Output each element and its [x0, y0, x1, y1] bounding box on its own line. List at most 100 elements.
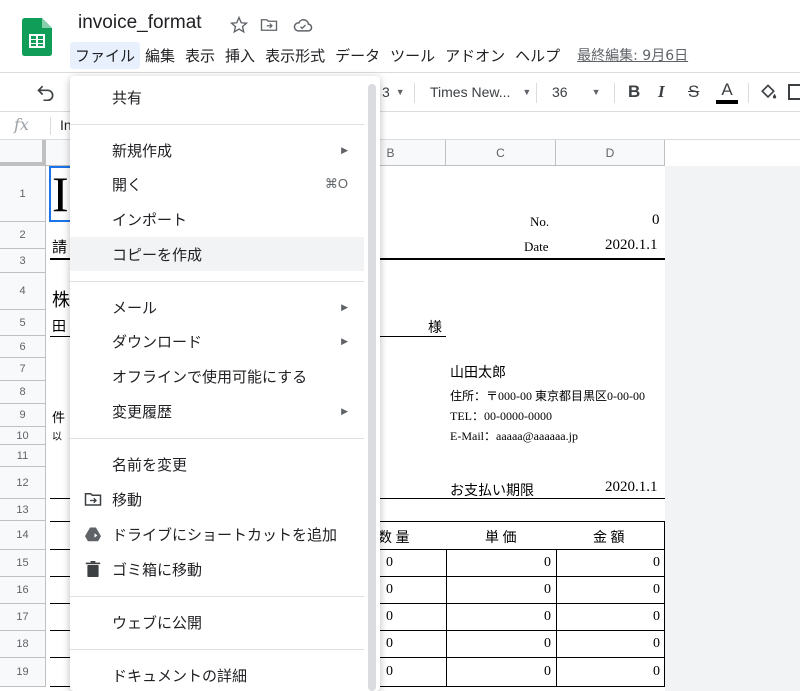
row-header[interactable]: 15 — [0, 550, 46, 577]
row-header[interactable]: 17 — [0, 604, 46, 631]
menu-item-make-copy[interactable]: コピーを作成 — [70, 237, 364, 271]
cell-a5-fragment[interactable]: 田 — [52, 316, 66, 336]
undo-icon[interactable] — [36, 73, 56, 111]
menu-tools[interactable]: ツール — [385, 42, 440, 69]
column-header-d[interactable]: D — [556, 140, 665, 166]
table-cell[interactable]: 0 — [544, 582, 551, 598]
cell-a1-fragment[interactable]: I — [52, 168, 69, 220]
issuer-tel[interactable]: TEL：00-0000-0000 — [450, 407, 552, 424]
sama-text[interactable]: 様 — [428, 317, 442, 337]
no-value[interactable]: 0 — [652, 212, 660, 229]
cell-a10-fragment[interactable]: 以 — [52, 428, 62, 443]
row-header[interactable]: 3 — [0, 249, 46, 273]
table-cell[interactable]: 0 — [544, 609, 551, 625]
table-header-qty[interactable]: 数 量 — [378, 527, 410, 547]
menu-item-offline[interactable]: オフラインで使用可能にする — [70, 359, 364, 393]
table-cell[interactable]: 0 — [653, 555, 660, 571]
due-label[interactable]: お支払い期限 — [450, 480, 534, 500]
issuer-address[interactable]: 住所：〒000-00 東京都目黒区0-00-00 — [450, 387, 645, 404]
font-size-select[interactable]: 36 ▼ — [552, 73, 601, 111]
font-family-select[interactable]: Times New... ▼ — [430, 73, 531, 111]
menu-item-rename[interactable]: 名前を変更 — [70, 447, 364, 481]
menu-item-new[interactable]: 新規作成 ▶ — [70, 133, 364, 167]
row-header[interactable]: 5 — [0, 310, 46, 336]
menu-item-move[interactable]: 移動 — [70, 482, 364, 516]
row-header[interactable]: 19 — [0, 658, 46, 687]
table-cell[interactable]: 0 — [386, 609, 393, 625]
select-all-corner[interactable] — [0, 140, 46, 166]
menu-item-open[interactable]: 開く ⌘O — [70, 167, 364, 201]
row-header[interactable]: 13 — [0, 499, 46, 521]
date-label[interactable]: Date — [524, 239, 549, 255]
cell-a9-fragment[interactable]: 件 — [52, 407, 65, 426]
row-header[interactable]: 11 — [0, 445, 46, 467]
row-header[interactable]: 2 — [0, 222, 46, 249]
document-title[interactable]: invoice_format — [78, 12, 202, 34]
menu-item-label: 新規作成 — [112, 142, 173, 160]
fill-color-icon[interactable] — [758, 73, 778, 111]
menu-item-share[interactable]: 共有 — [70, 80, 364, 114]
submenu-arrow-icon: ▶ — [341, 144, 348, 155]
menu-item-trash[interactable]: ゴミ箱に移動 — [70, 552, 364, 586]
menu-view[interactable]: 表示 — [180, 42, 220, 69]
row-header[interactable]: 7 — [0, 358, 46, 381]
date-value[interactable]: 2020.1.1 — [605, 237, 658, 254]
row-header[interactable]: 9 — [0, 404, 46, 427]
sheets-logo-icon[interactable] — [22, 18, 52, 56]
table-cell[interactable]: 0 — [544, 636, 551, 652]
menu-file[interactable]: ファイル — [70, 41, 141, 69]
issuer-name[interactable]: 山田太郎 — [450, 362, 506, 382]
table-cell[interactable]: 0 — [653, 582, 660, 598]
table-cell[interactable]: 0 — [653, 609, 660, 625]
menu-item-version-history[interactable]: 変更履歴 ▶ — [70, 394, 364, 428]
row-header[interactable]: 14 — [0, 521, 46, 550]
strikethrough-button[interactable]: S — [688, 73, 699, 111]
move-folder-icon[interactable] — [258, 14, 280, 36]
no-label[interactable]: No. — [530, 214, 549, 230]
borders-icon[interactable] — [788, 73, 800, 111]
table-cell[interactable]: 0 — [386, 555, 393, 571]
star-icon[interactable] — [228, 14, 250, 36]
table-header-price[interactable]: 単 価 — [485, 527, 517, 547]
table-cell[interactable]: 0 — [386, 636, 393, 652]
menu-scrollbar[interactable] — [368, 84, 376, 691]
row-header[interactable]: 8 — [0, 381, 46, 404]
menu-item-details[interactable]: ドキュメントの詳細 — [70, 658, 364, 691]
text-color-button[interactable]: A — [716, 73, 738, 111]
row-header[interactable]: 1 — [0, 166, 46, 222]
cloud-saved-icon[interactable] — [292, 14, 314, 36]
menu-format[interactable]: 表示形式 — [260, 42, 330, 69]
menu-insert[interactable]: 挿入 — [220, 42, 260, 69]
table-cell[interactable]: 0 — [653, 664, 660, 680]
row-header[interactable]: 16 — [0, 577, 46, 604]
menu-data[interactable]: データ — [330, 42, 385, 69]
table-cell[interactable]: 0 — [544, 664, 551, 680]
row-header[interactable]: 6 — [0, 336, 46, 358]
menu-item-publish[interactable]: ウェブに公開 — [70, 605, 364, 639]
menu-addons[interactable]: アドオン — [440, 42, 510, 69]
last-edit-link[interactable]: 最終編集: 9月6日 — [573, 42, 692, 68]
bold-button[interactable]: B — [628, 73, 640, 111]
menu-edit[interactable]: 編集 — [140, 42, 180, 69]
table-cell[interactable]: 0 — [386, 664, 393, 680]
cell-a4-fragment[interactable]: 株 — [52, 286, 70, 312]
italic-button[interactable]: I — [658, 73, 665, 111]
font-size-fragment[interactable]: 3 ▼ — [382, 73, 405, 111]
row-header[interactable]: 4 — [0, 273, 46, 310]
menu-item-import[interactable]: インポート — [70, 202, 364, 236]
table-cell[interactable]: 0 — [386, 582, 393, 598]
table-cell[interactable]: 0 — [653, 636, 660, 652]
menu-item-download[interactable]: ダウンロード ▶ — [70, 324, 364, 358]
row-header[interactable]: 12 — [0, 467, 46, 499]
menu-help[interactable]: ヘルプ — [510, 42, 565, 69]
issuer-email[interactable]: E-Mail：aaaaa@aaaaaa.jp — [450, 427, 578, 444]
table-cell[interactable]: 0 — [544, 555, 551, 571]
row-header[interactable]: 10 — [0, 427, 46, 445]
due-value[interactable]: 2020.1.1 — [605, 479, 658, 496]
row-header[interactable]: 18 — [0, 631, 46, 658]
menu-item-add-shortcut[interactable]: ドライブにショートカットを追加 — [70, 517, 364, 551]
table-header-amount[interactable]: 金 額 — [593, 527, 625, 547]
column-header-c[interactable]: C — [446, 140, 556, 166]
menu-item-email[interactable]: メール ▶ — [70, 290, 364, 324]
cell-a2-fragment[interactable]: 請 — [52, 236, 67, 257]
